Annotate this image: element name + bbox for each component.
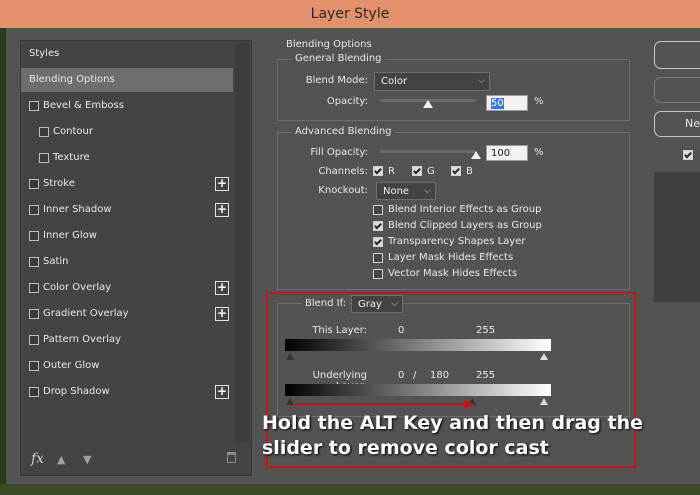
preview-checkbox[interactable] — [683, 150, 693, 160]
cancel-button[interactable] — [654, 77, 700, 103]
ok-button[interactable] — [654, 41, 700, 69]
new-style-button[interactable]: Ne — [654, 111, 700, 137]
instruction-caption: Hold the ALT Key and then drag the slide… — [262, 412, 644, 459]
preview-swatch — [654, 172, 700, 302]
background-strip — [0, 484, 700, 495]
new-style-label: Ne — [685, 117, 700, 130]
